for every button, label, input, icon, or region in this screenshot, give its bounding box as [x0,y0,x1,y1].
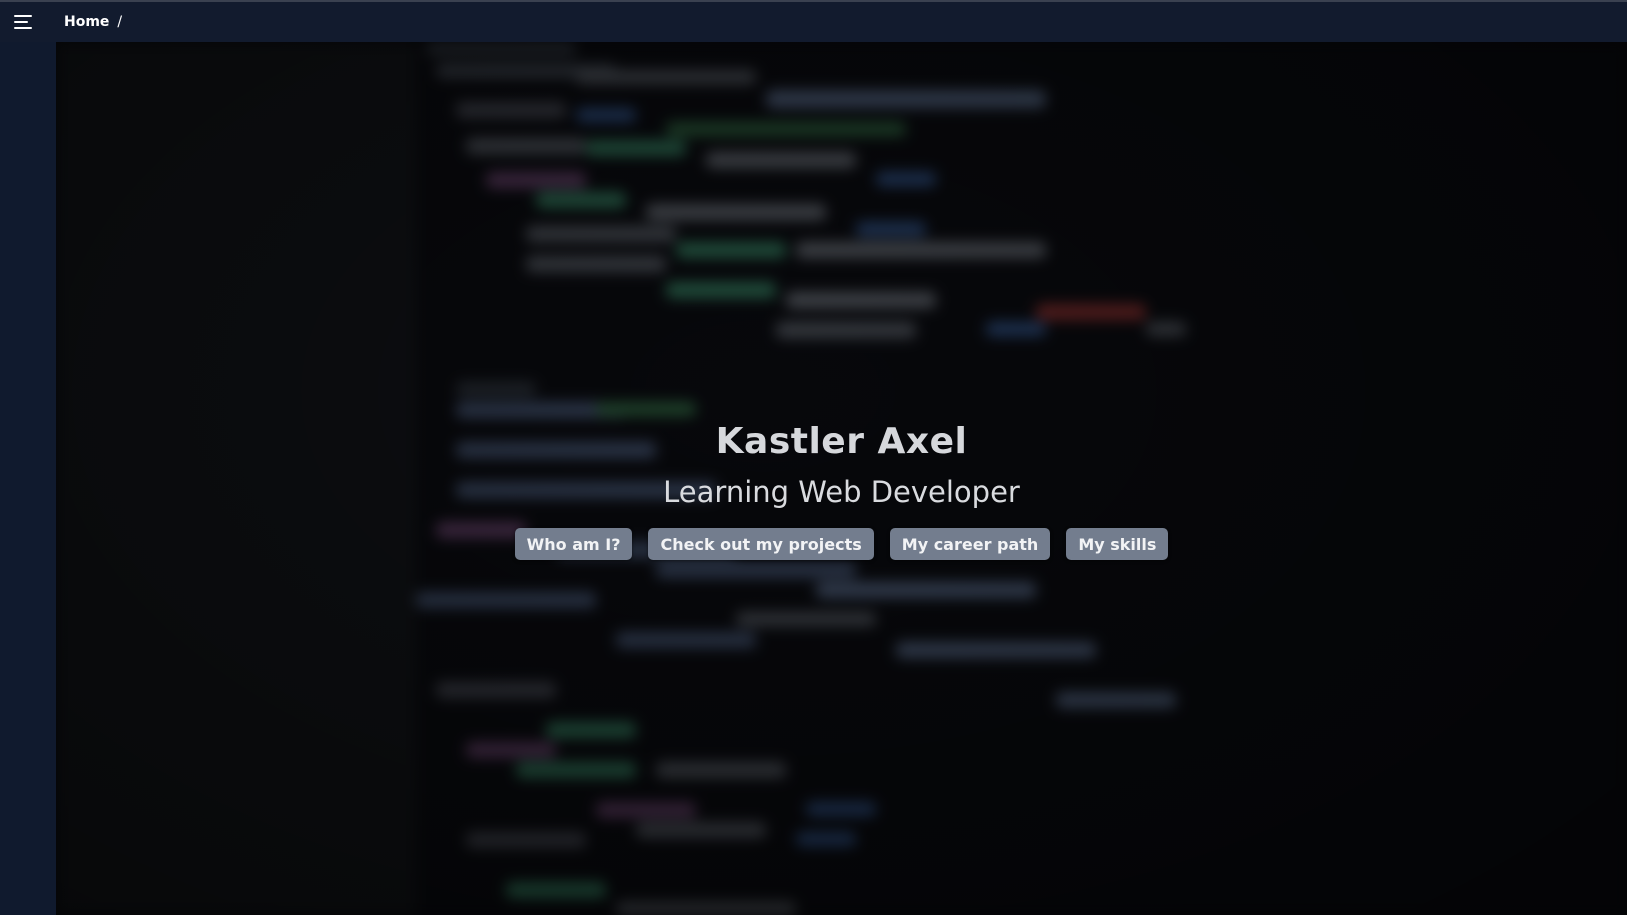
sidebar [0,42,56,915]
breadcrumb-separator: / [117,14,123,30]
breadcrumb: Home / [64,14,122,30]
hero-content: Kastler Axel Learning Web Developer Who … [56,42,1627,915]
top-navbar: Home / [0,2,1627,42]
hero-subtitle: Learning Web Developer [663,475,1020,509]
career-path-button[interactable]: My career path [889,528,1051,560]
menu-button[interactable] [0,2,48,42]
hero-button-group: Who am I? Check out my projects My caree… [514,528,1169,560]
hero-section: Kastler Axel Learning Web Developer Who … [56,42,1627,915]
breadcrumb-home-link[interactable]: Home [64,14,109,30]
hamburger-menu-icon [14,15,32,29]
who-am-i-button[interactable]: Who am I? [514,528,633,560]
skills-button[interactable]: My skills [1066,528,1169,560]
projects-button[interactable]: Check out my projects [648,528,874,560]
hero-title: Kastler Axel [715,421,968,462]
